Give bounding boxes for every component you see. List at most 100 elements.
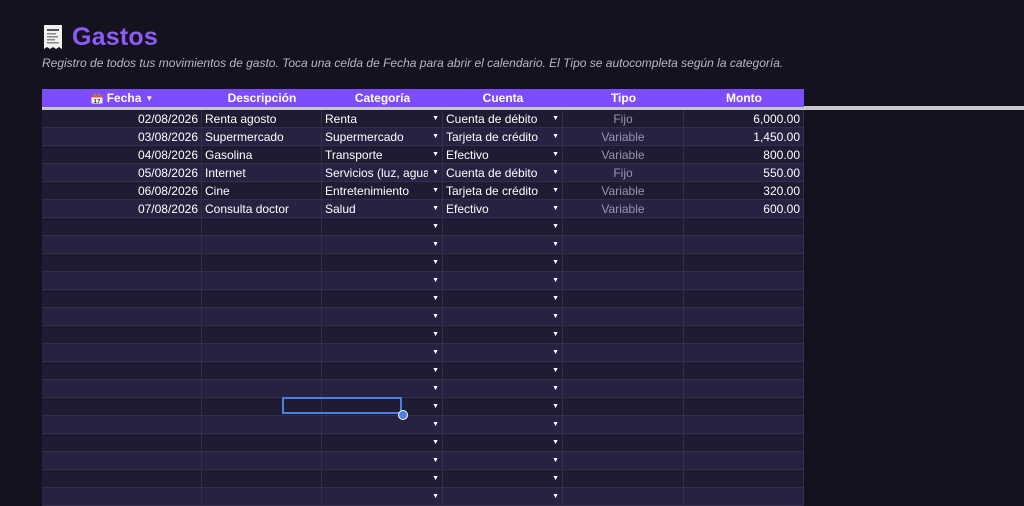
- cell-descripcion[interactable]: [202, 380, 322, 398]
- cell-fecha[interactable]: 03/08/2026: [42, 128, 202, 146]
- dropdown-arrow-icon[interactable]: ▼: [552, 313, 559, 320]
- cell-monto[interactable]: [684, 416, 804, 434]
- dropdown-arrow-icon[interactable]: ▼: [552, 259, 559, 266]
- header-fecha[interactable]: 17 Fecha ▼: [42, 89, 202, 107]
- header-categoria[interactable]: Categoría: [322, 89, 443, 107]
- dropdown-arrow-icon[interactable]: ▼: [432, 403, 439, 410]
- dropdown-arrow-icon[interactable]: ▼: [432, 205, 439, 212]
- cell-categoria[interactable]: ▼: [322, 326, 443, 344]
- dropdown-arrow-icon[interactable]: ▼: [432, 187, 439, 194]
- dropdown-arrow-icon[interactable]: ▼: [432, 349, 439, 356]
- dropdown-arrow-icon[interactable]: ▼: [552, 169, 559, 176]
- cell-categoria[interactable]: Supermercado ▼: [322, 128, 443, 146]
- dropdown-arrow-icon[interactable]: ▼: [552, 385, 559, 392]
- dropdown-arrow-icon[interactable]: ▼: [552, 241, 559, 248]
- fill-handle[interactable]: [398, 410, 408, 420]
- sort-down-icon[interactable]: ▼: [145, 94, 153, 103]
- cell-cuenta[interactable]: ▼: [443, 326, 563, 344]
- cell-categoria[interactable]: ▼: [322, 434, 443, 452]
- cell-descripcion[interactable]: [202, 308, 322, 326]
- cell-categoria[interactable]: ▼: [322, 380, 443, 398]
- cell-cuenta[interactable]: Cuenta de débito ▼: [443, 164, 563, 182]
- cell-fecha[interactable]: 04/08/2026: [42, 146, 202, 164]
- cell-cuenta[interactable]: ▼: [443, 434, 563, 452]
- cell-descripcion[interactable]: [202, 344, 322, 362]
- cell-tipo[interactable]: [563, 488, 684, 506]
- cell-monto[interactable]: 800.00: [684, 146, 804, 164]
- dropdown-arrow-icon[interactable]: ▼: [432, 421, 439, 428]
- cell-monto[interactable]: [684, 236, 804, 254]
- cell-cuenta[interactable]: ▼: [443, 380, 563, 398]
- dropdown-arrow-icon[interactable]: ▼: [432, 241, 439, 248]
- cell-cuenta[interactable]: ▼: [443, 344, 563, 362]
- cell-fecha[interactable]: 06/08/2026: [42, 182, 202, 200]
- cell-monto[interactable]: [684, 470, 804, 488]
- cell-descripcion[interactable]: [202, 236, 322, 254]
- cell-descripcion[interactable]: [202, 290, 322, 308]
- cell-tipo[interactable]: [563, 254, 684, 272]
- cell-categoria[interactable]: ▼: [322, 362, 443, 380]
- cell-tipo[interactable]: [563, 470, 684, 488]
- cell-monto[interactable]: [684, 488, 804, 506]
- cell-tipo[interactable]: [563, 236, 684, 254]
- dropdown-arrow-icon[interactable]: ▼: [552, 151, 559, 158]
- dropdown-arrow-icon[interactable]: ▼: [552, 277, 559, 284]
- dropdown-arrow-icon[interactable]: ▼: [552, 367, 559, 374]
- cell-descripcion[interactable]: Internet: [202, 164, 322, 182]
- cell-tipo[interactable]: [563, 398, 684, 416]
- dropdown-arrow-icon[interactable]: ▼: [552, 115, 559, 122]
- cell-tipo[interactable]: [563, 218, 684, 236]
- cell-descripcion[interactable]: [202, 470, 322, 488]
- dropdown-arrow-icon[interactable]: ▼: [552, 349, 559, 356]
- cell-categoria[interactable]: Entretenimiento ▼: [322, 182, 443, 200]
- cell-fecha[interactable]: [42, 488, 202, 506]
- cell-monto[interactable]: [684, 218, 804, 236]
- cell-fecha[interactable]: [42, 434, 202, 452]
- cell-descripcion[interactable]: Consulta doctor: [202, 200, 322, 218]
- cell-tipo[interactable]: [563, 344, 684, 362]
- cell-monto[interactable]: [684, 434, 804, 452]
- dropdown-arrow-icon[interactable]: ▼: [432, 259, 439, 266]
- cell-monto[interactable]: [684, 452, 804, 470]
- dropdown-arrow-icon[interactable]: ▼: [432, 277, 439, 284]
- dropdown-arrow-icon[interactable]: ▼: [552, 223, 559, 230]
- cell-cuenta[interactable]: ▼: [443, 398, 563, 416]
- cell-cuenta[interactable]: ▼: [443, 272, 563, 290]
- cell-descripcion[interactable]: [202, 452, 322, 470]
- cell-monto[interactable]: 320.00: [684, 182, 804, 200]
- cell-descripcion[interactable]: Cine: [202, 182, 322, 200]
- cell-fecha[interactable]: [42, 290, 202, 308]
- cell-cuenta[interactable]: Tarjeta de crédito ▼: [443, 128, 563, 146]
- dropdown-arrow-icon[interactable]: ▼: [432, 367, 439, 374]
- cell-descripcion[interactable]: [202, 272, 322, 290]
- cell-monto[interactable]: 1,450.00: [684, 128, 804, 146]
- cell-cuenta[interactable]: Cuenta de débito ▼: [443, 110, 563, 128]
- cell-tipo[interactable]: Fijo: [563, 110, 684, 128]
- dropdown-arrow-icon[interactable]: ▼: [432, 223, 439, 230]
- cell-descripcion[interactable]: [202, 254, 322, 272]
- dropdown-arrow-icon[interactable]: ▼: [552, 475, 559, 482]
- cell-cuenta[interactable]: ▼: [443, 218, 563, 236]
- cell-tipo[interactable]: [563, 308, 684, 326]
- cell-fecha[interactable]: 05/08/2026: [42, 164, 202, 182]
- cell-categoria[interactable]: ▼: [322, 236, 443, 254]
- cell-cuenta[interactable]: ▼: [443, 452, 563, 470]
- dropdown-arrow-icon[interactable]: ▼: [552, 187, 559, 194]
- dropdown-arrow-icon[interactable]: ▼: [552, 457, 559, 464]
- cell-fecha[interactable]: [42, 416, 202, 434]
- cell-fecha[interactable]: [42, 254, 202, 272]
- dropdown-arrow-icon[interactable]: ▼: [552, 331, 559, 338]
- frozen-row-divider[interactable]: [804, 106, 1024, 110]
- cell-descripcion[interactable]: [202, 326, 322, 344]
- cell-tipo[interactable]: [563, 434, 684, 452]
- cell-cuenta[interactable]: ▼: [443, 254, 563, 272]
- cell-categoria[interactable]: ▼: [322, 308, 443, 326]
- header-cuenta[interactable]: Cuenta: [443, 89, 563, 107]
- cell-fecha[interactable]: [42, 380, 202, 398]
- cell-cuenta[interactable]: ▼: [443, 362, 563, 380]
- cell-tipo[interactable]: [563, 380, 684, 398]
- cell-monto[interactable]: [684, 326, 804, 344]
- cell-monto[interactable]: [684, 308, 804, 326]
- header-descripcion[interactable]: Descripción: [202, 89, 322, 107]
- cell-descripcion[interactable]: [202, 434, 322, 452]
